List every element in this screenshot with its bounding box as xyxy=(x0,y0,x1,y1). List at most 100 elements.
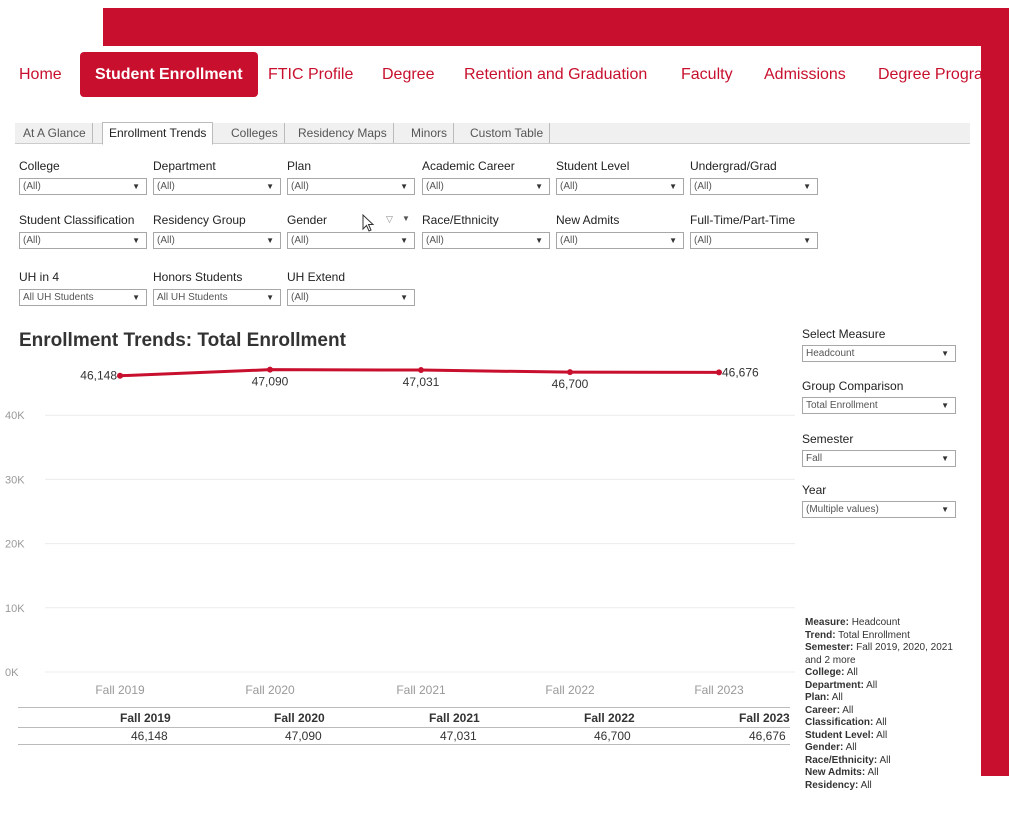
x-tick-label: Fall 2019 xyxy=(95,683,145,697)
student-classification-filter-label: Student Classification xyxy=(19,213,135,227)
nav-degree[interactable]: Degree xyxy=(382,52,434,97)
undergrad-grad-select-value: (All) xyxy=(694,181,712,192)
tab-residency-maps[interactable]: Residency Maps xyxy=(292,123,394,143)
mouse-cursor-icon xyxy=(362,214,375,232)
uh-in-4-select[interactable]: All UH Students ▼ xyxy=(19,289,147,306)
honors-students-select[interactable]: All UH Students ▼ xyxy=(153,289,281,306)
chart-title: Enrollment Trends: Total Enrollment xyxy=(19,330,346,351)
chevron-down-icon: ▼ xyxy=(132,182,140,191)
group-comparison-select[interactable]: Total Enrollment ▼ xyxy=(802,397,956,414)
student-level-select-value: (All) xyxy=(560,181,578,192)
academic-career-select-value: (All) xyxy=(426,181,444,192)
group-comparison-control: Group Comparison Total Enrollment ▼ xyxy=(802,379,956,414)
data-label: 47,090 xyxy=(252,375,289,389)
nav-degree-programs[interactable]: Degree Progra xyxy=(878,52,981,97)
year-label: Year xyxy=(802,483,827,497)
new-admits-select[interactable]: (All) ▼ xyxy=(556,232,684,249)
college-filter-label: College xyxy=(19,159,60,173)
academic-career-select[interactable]: (All) ▼ xyxy=(422,178,550,195)
uh-extend-select-value: (All) xyxy=(291,292,309,303)
summary-key: Race/Ethnicity: xyxy=(805,754,878,766)
semester-select[interactable]: Fall ▼ xyxy=(802,450,956,467)
tab-enrollment-trends[interactable]: Enrollment Trends xyxy=(102,122,214,145)
summary-value: All xyxy=(867,767,879,778)
select-measure-select[interactable]: Headcount ▼ xyxy=(802,345,956,362)
undergrad-grad-filter: Undergrad/Grad (All) ▼ xyxy=(690,159,818,195)
residency-group-select-value: (All) xyxy=(157,235,175,246)
select-measure-label: Select Measure xyxy=(802,327,886,341)
full-part-time-select[interactable]: (All) ▼ xyxy=(690,232,818,249)
tab-at-a-glance[interactable]: At A Glance xyxy=(17,123,93,143)
data-label: 47,031 xyxy=(403,375,440,389)
new-admits-filter: New Admits (All) ▼ xyxy=(556,213,684,249)
table-top-rule xyxy=(18,707,790,708)
honors-students-filter: Honors Students All UH Students ▼ xyxy=(153,270,281,306)
full-part-time-filter-label: Full-Time/Part-Time xyxy=(690,213,796,227)
tab-custom-table[interactable]: Custom Table xyxy=(464,123,551,143)
year-select[interactable]: (Multiple values) ▼ xyxy=(802,501,956,518)
x-tick-label: Fall 2022 xyxy=(545,683,595,697)
plan-filter: Plan (All) ▼ xyxy=(287,159,415,195)
dashboard-tabs: At A Glance Enrollment Trends Colleges R… xyxy=(15,122,970,145)
chevron-down-icon: ▼ xyxy=(941,454,949,463)
summary-value: All xyxy=(866,679,878,691)
gender-select[interactable]: (All) ▼ xyxy=(287,232,415,249)
summary-line: Career: All xyxy=(805,705,970,718)
table-header-rule xyxy=(18,727,790,728)
tab-colleges[interactable]: Colleges xyxy=(225,123,285,143)
summary-key: Measure: xyxy=(805,617,849,628)
table-header-cell: Fall 2021 xyxy=(429,711,480,725)
chevron-down-icon[interactable]: ▼ xyxy=(402,214,410,223)
tab-minors[interactable]: Minors xyxy=(405,123,455,143)
student-level-select[interactable]: (All) ▼ xyxy=(556,178,684,195)
data-label: 46,700 xyxy=(552,377,589,391)
summary-line: Plan: All xyxy=(805,692,970,705)
summary-key: Career: xyxy=(805,704,841,716)
table-value-cell: 47,031 xyxy=(440,729,477,743)
nav-home[interactable]: Home xyxy=(19,52,62,97)
chevron-down-icon: ▼ xyxy=(669,182,677,191)
side-banner xyxy=(981,8,1009,776)
undergrad-grad-select[interactable]: (All) ▼ xyxy=(690,178,818,195)
residency-group-filter-label: Residency Group xyxy=(153,213,246,227)
year-value: (Multiple values) xyxy=(806,504,879,515)
chevron-down-icon: ▼ xyxy=(803,236,811,245)
filter-icon[interactable]: ▽ xyxy=(386,214,393,225)
semester-value: Fall xyxy=(806,453,823,464)
table-header-cell: Fall 2023 xyxy=(739,711,790,725)
residency-group-filter: Residency Group (All) ▼ xyxy=(153,213,281,249)
table-value-cell: 46,676 xyxy=(749,729,786,743)
summary-line: Student Level: All xyxy=(805,730,970,743)
summary-key: Residency: xyxy=(805,779,859,791)
nav-student-enrollment[interactable]: Student Enrollment xyxy=(80,52,258,97)
nav-admissions[interactable]: Admissions xyxy=(764,52,846,97)
x-tick-label: Fall 2020 xyxy=(245,683,295,697)
summary-line: Trend: Total Enrollment xyxy=(805,630,970,643)
race-ethnicity-select[interactable]: (All) ▼ xyxy=(422,232,550,249)
student-classification-select[interactable]: (All) ▼ xyxy=(19,232,147,249)
chevron-down-icon: ▼ xyxy=(132,293,140,302)
plan-filter-label: Plan xyxy=(287,159,312,173)
nav-ftic-profile[interactable]: FTIC Profile xyxy=(268,52,353,97)
summary-line: Classification: All xyxy=(805,717,970,730)
summary-key: Trend: xyxy=(805,629,836,641)
department-select[interactable]: (All) ▼ xyxy=(153,178,281,195)
chevron-down-icon: ▼ xyxy=(535,236,543,245)
residency-group-select[interactable]: (All) ▼ xyxy=(153,232,281,249)
student-classification-filter: Student Classification (All) ▼ xyxy=(19,213,147,249)
chevron-down-icon: ▼ xyxy=(400,293,408,302)
x-tick-label: Fall 2021 xyxy=(396,683,446,697)
filter-summary: Measure: Headcount Trend: Total Enrollme… xyxy=(805,617,970,792)
summary-key: Department: xyxy=(805,679,864,691)
race-ethnicity-filter: Race/Ethnicity (All) ▼ xyxy=(422,213,550,249)
chevron-down-icon: ▼ xyxy=(669,236,677,245)
plan-select[interactable]: (All) ▼ xyxy=(287,178,415,195)
y-tick-label: 10K xyxy=(5,603,25,615)
uh-extend-select[interactable]: (All) ▼ xyxy=(287,289,415,306)
college-select[interactable]: (All) ▼ xyxy=(19,178,147,195)
nav-retention-graduation[interactable]: Retention and Graduation xyxy=(464,52,647,97)
nav-faculty[interactable]: Faculty xyxy=(681,52,733,97)
year-control: Year (Multiple values) ▼ xyxy=(802,483,956,518)
data-label: 46,148 xyxy=(80,369,117,383)
chevron-down-icon: ▼ xyxy=(266,182,274,191)
